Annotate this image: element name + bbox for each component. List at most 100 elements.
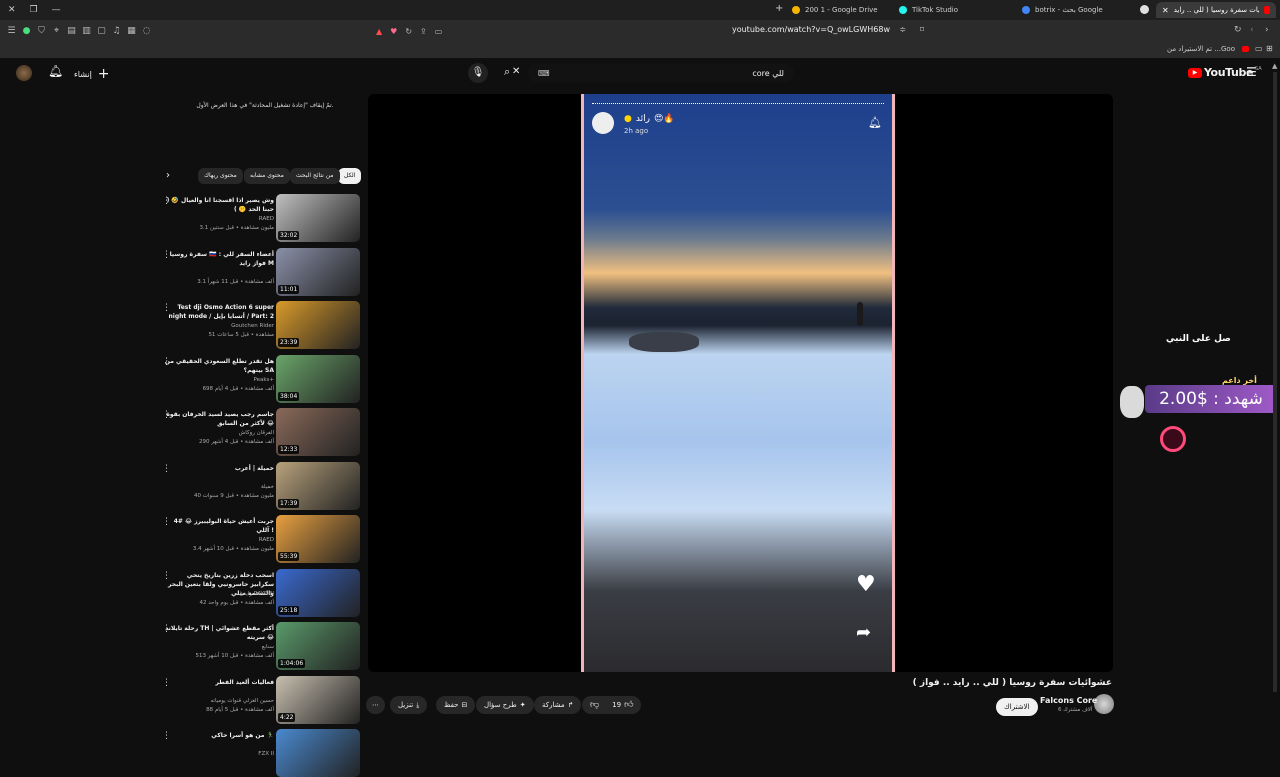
dislike-icon[interactable]: 👎︎ [590,700,599,710]
search-icon[interactable]: ⌕ [504,65,510,79]
extension-green-icon[interactable]: ● [19,26,34,36]
voice-search-icon[interactable]: 🎙︎ [468,63,488,83]
like-icon[interactable]: 👍︎ [624,700,633,710]
recommendation-thumbnail[interactable]: 17:39 [276,461,360,510]
bookmark-grid-icon[interactable]: ⊞ [1266,44,1273,53]
share-page-icon[interactable]: ⇪ [420,27,427,36]
back-icon[interactable]: ‹ [1250,25,1254,35]
recommendation-channel[interactable]: RAED [259,537,274,543]
recommendation-thumbnail[interactable]: 25:18 [276,568,360,617]
scrollbar[interactable] [1273,72,1277,692]
save-button[interactable]: حفظ ⊟ [436,696,476,714]
list-item[interactable]: ⋮ سفرة روسيا 🇷🇺 : أعضاء السفر للي فواز را… [150,247,362,296]
download-button[interactable]: تنزيل ⤓ [390,696,428,714]
tab-google-drive[interactable]: 200 1 - Google Drive [786,2,884,18]
recommendation-thumbnail[interactable] [276,729,360,777]
recommendation-channel[interactable]: RAED [259,216,274,222]
minimize-window-icon[interactable]: — [52,5,61,15]
tab-tiktok-studio[interactable]: TikTok Studio [893,2,964,18]
share-button[interactable]: مشاركة ↱ [534,696,582,714]
recommendation-channel[interactable]: Goutchen Rider [231,323,274,329]
list-item[interactable]: ⋮ خميلة | أعرب خميلة 40 مليون مشاهدة • قبل … [150,461,362,510]
panel-icon[interactable]: ▥ [79,26,94,36]
chip-channel[interactable]: محتوى ريهاك [198,168,243,184]
chat-icon[interactable]: ◌ [139,26,154,36]
list-item[interactable]: ⋮ هل تقدر تطلع السعودي الحقيقي من بينهم؟ … [150,354,362,403]
chip-all[interactable]: الكل [338,168,362,184]
recommendation-title[interactable]: خميلة | أعرب [164,464,274,473]
recommendation-title[interactable]: سفرة روسيا 🇷🇺 : أعضاء السفر للي فواز راي… [164,250,274,268]
recommendation-channel[interactable]: رايدن RAYDIN [239,591,274,597]
ask-button[interactable]: طرح سؤال ✦ [476,696,534,714]
recommendation-channel[interactable]: FZX II [258,751,274,757]
recommendation-thumbnail[interactable]: 1:04:06 [276,622,360,670]
recommendation-thumbnail[interactable]: 11:01 [276,247,360,296]
scroll-up-icon[interactable]: ▲ [1272,62,1277,70]
tune-icon[interactable]: ≑ [899,25,906,34]
bookmark-folder-icon[interactable]: ▭ [1255,44,1263,53]
search-input[interactable]: core للي [752,69,784,78]
address-bar[interactable]: ▲ ♥ ↻ ⇪ ▭ youtube.com/watch?v=Q_owLGWH68… [370,22,930,40]
recommendation-title[interactable]: جربت أعيش حياة البوليبيرز 😂 #4 آللي ! [164,517,274,535]
restore-window-icon[interactable]: ❐ [30,5,38,15]
recommendation-channel[interactable]: حسين الغزلي قنوات يومياته [210,698,274,704]
chrome-profile-icon[interactable] [1140,5,1149,14]
new-tab-button[interactable]: + [775,3,783,14]
forward-icon[interactable]: › [1265,25,1269,35]
recommendation-title[interactable]: هل تقدر تطلع السعودي الحقيقي من بينهم؟ S… [164,357,274,375]
recommendation-thumbnail[interactable]: 38:04 [276,354,360,403]
recommendation-thumbnail[interactable]: 4:22 [276,675,360,724]
chips-next-icon[interactable]: › [166,170,170,181]
tab-google-search[interactable]: botrix - بحث Google [1016,2,1109,18]
like-dislike-button[interactable]: 👎︎ 19 👍︎ [582,696,642,714]
guide-menu-icon[interactable]: ☰ [1246,65,1257,79]
more-actions-button[interactable]: ⋯ [366,696,385,714]
window-icon[interactable]: ▤ [64,26,79,36]
video-player[interactable]: ● رائد 😍🔥 2h ago 🔔︎ ♥ ➦ [368,94,1113,672]
list-item[interactable]: ⋮ من هو أسرا حاكي 🏃‍♂️ FZX II [150,729,362,777]
location-icon[interactable]: ⌖ [49,26,64,36]
recommendation-thumbnail[interactable]: 23:39 [276,301,360,349]
close-window-icon[interactable]: ✕ [8,5,16,15]
clear-search-icon[interactable]: ✕ [512,66,520,77]
reload-right-icon[interactable]: ↻ [1234,25,1242,35]
recommendation-channel[interactable]: Peaks+ [253,377,274,383]
close-tab-icon[interactable]: ✕ [1162,6,1169,15]
search-box[interactable]: ✕ ⌨ core للي [512,64,794,82]
recommendation-thumbnail[interactable]: 12:33 [276,408,360,456]
chip-from-search[interactable]: من نتائج البحث [290,168,340,184]
tab-youtube-active[interactable]: ✕ عشوائيات سفرة روسيا ( للي .. رايد [1156,2,1276,18]
create-button[interactable]: إنشاء + [74,66,110,82]
sidebar-icon[interactable]: ▢ [94,26,109,36]
screen-icon[interactable]: ▭ [435,27,443,36]
recommendation-title[interactable]: فعاليات ألعيد الفطر [164,678,274,687]
recommendation-channel[interactable]: سنابع [262,644,274,650]
list-item[interactable]: ⋮ جاسم رجب يصيد لسيد الخرفان بقوة لأكثر م… [150,408,362,456]
recommendation-title[interactable]: من هو أسرا حاكي 🏃‍♂️ [164,731,274,740]
menu-icon[interactable]: ☰ [4,26,19,36]
calendar-icon[interactable]: ▦ [124,26,139,36]
reload-icon[interactable]: ↻ [405,27,412,36]
list-item[interactable]: ⋮ فعاليات ألعيد الفطر حسين الغزلي قنوات يو… [150,675,362,724]
avatar[interactable] [16,65,32,81]
subscribe-button[interactable]: الاشتراك [996,698,1038,716]
keyboard-icon[interactable]: ⌨ [538,69,550,78]
recommendation-channel[interactable]: خميلة [261,484,274,490]
url-text[interactable]: youtube.com/watch?v=Q_owLGWH68w [732,25,890,34]
shield-icon[interactable]: ⛉ [34,26,49,36]
recommendation-channel[interactable]: الفرقان روكاش [239,430,274,436]
recommendation-thumbnail[interactable]: 32:02 [276,194,360,242]
bookmark-icon[interactable]: ⌑ [920,25,924,34]
list-item[interactable]: ⋮ اسحب دخلة زرين بتاريخ يتحي سكرابيز حاسر… [150,568,362,617]
recommendation-thumbnail[interactable]: 55:39 [276,515,360,563]
recommendation-title[interactable]: وش يصير اذا اقسجنا انا والعيال 🤣 ( حبنا … [164,196,274,214]
chip-related[interactable]: محتوى مشابه [244,168,290,184]
list-item[interactable]: ⋮ Test dji Osmo Action 6 super night mode… [150,301,362,349]
recommendation-title[interactable]: رحلة تايلاند TH | أكثر مقطع عشوائي سريته… [164,624,274,642]
list-item[interactable]: ⋮ جربت أعيش حياة البوليبيرز 😂 #4 آللي ! RA… [150,515,362,563]
music-icon[interactable]: ♫ [109,26,124,36]
channel-name[interactable]: Falcons Core [1040,696,1097,705]
youtube-bookmark-icon[interactable] [1242,46,1249,52]
extension-badge-icon[interactable]: ♥ [390,27,397,36]
list-item[interactable]: ⋮ رحلة تايلاند TH | أكثر مقطع عشوائي سريت… [150,622,362,670]
